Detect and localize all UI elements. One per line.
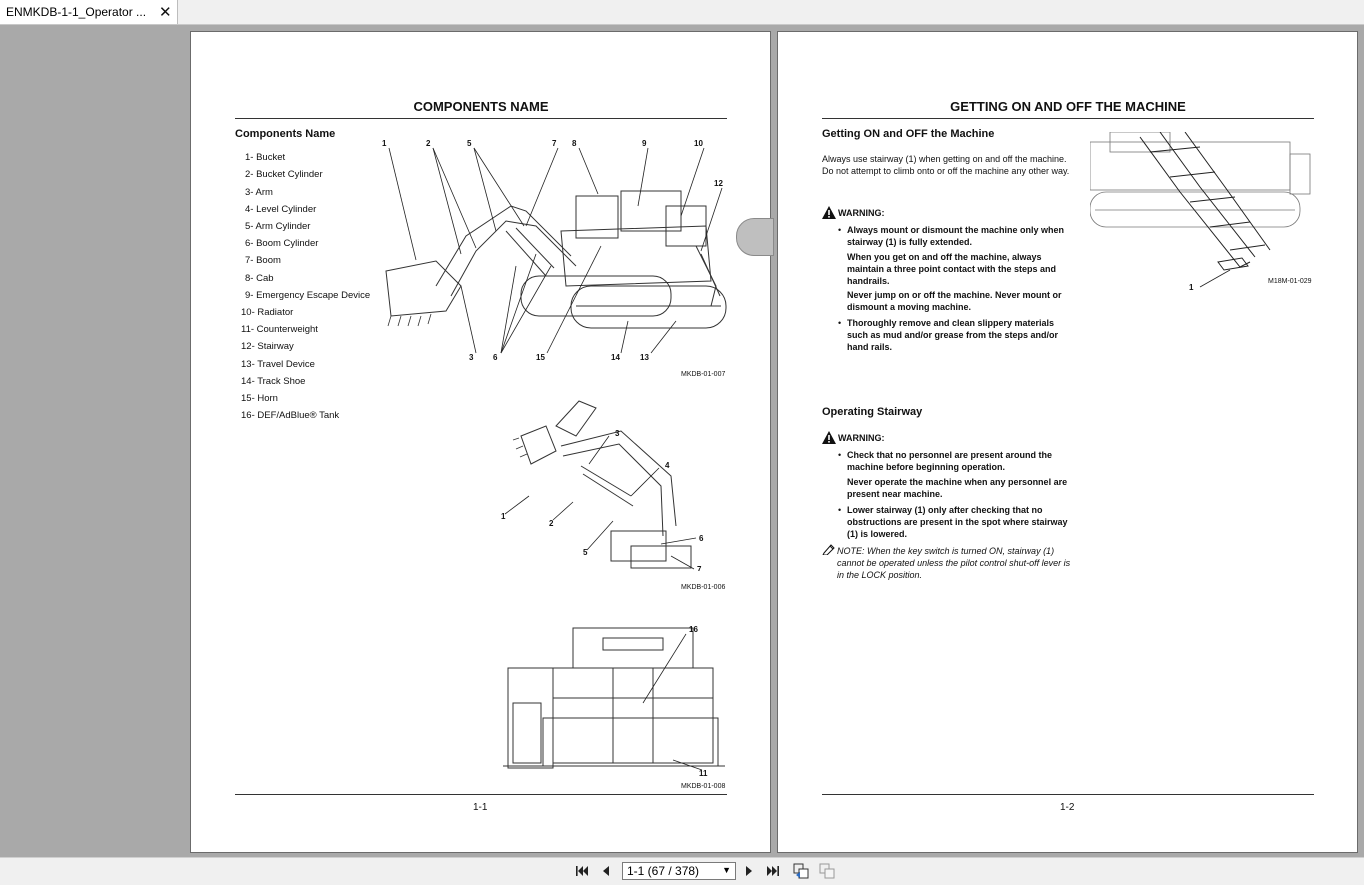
callout-label: 6 <box>699 534 704 543</box>
footer-rule <box>235 794 727 795</box>
figure-id: MKDB-01-006 <box>681 584 726 591</box>
list-item: 13- Travel Device <box>241 359 315 370</box>
list-item: 12- Stairway <box>241 341 294 352</box>
callout-label: 15 <box>536 353 545 362</box>
document-tab-title: ENMKDB-1-1_Operator ... <box>6 5 147 19</box>
callout-label: 6 <box>493 353 498 362</box>
navigation-toolbar: 1-1 (67 / 378) ▼ <box>0 857 1364 885</box>
warning-label: WARNING: <box>838 433 885 443</box>
figure-id: MKDB-01-008 <box>681 783 726 790</box>
list-item: 16- DEF/AdBlue® Tank <box>241 410 340 421</box>
list-item: 15- Horn <box>241 393 278 404</box>
bullet-icon: • <box>838 225 842 235</box>
callout-label: 1 <box>1189 283 1194 292</box>
list-item: 14- Track Shoe <box>241 376 306 387</box>
figure-id: M18M-01-029 <box>1268 278 1312 285</box>
callout-label: 13 <box>640 353 649 362</box>
list-item: 6- Boom Cylinder <box>245 238 319 249</box>
footer-rule <box>822 794 1314 795</box>
document-tab[interactable]: ENMKDB-1-1_Operator ... ✕ <box>0 0 178 24</box>
list-item: 4- Level Cylinder <box>245 204 317 215</box>
section-heading: Operating Stairway <box>822 406 923 418</box>
page-selector-value: 1-1 (67 / 378) <box>627 864 700 878</box>
rear-view-figure: 16 11 <box>503 625 725 776</box>
intro-text: Always use stairway (1) when getting on … <box>822 154 1070 176</box>
close-icon[interactable]: ✕ <box>159 3 172 21</box>
list-item: 7- Boom <box>245 255 281 266</box>
front-attachment-figure: 3 4 1 2 5 6 7 <box>501 400 704 571</box>
callout-label: 2 <box>549 519 554 528</box>
first-page-icon[interactable] <box>574 863 590 879</box>
callout-label: 10 <box>694 139 703 148</box>
warning-item: Never jump on or off the machine. Never … <box>847 290 1062 312</box>
section-heading: Getting ON and OFF the Machine <box>822 128 995 140</box>
warning-item: Thoroughly remove and clean slippery mat… <box>847 318 1059 352</box>
list-item: 11- Counterweight <box>241 324 318 335</box>
list-item: 10- Radiator <box>241 307 294 318</box>
page-number: 1-1 <box>473 802 488 813</box>
warning-item: Always mount or dismount the machine onl… <box>847 225 1065 247</box>
callout-label: 3 <box>469 353 474 362</box>
page-title: COMPONENTS NAME <box>413 99 549 114</box>
callout-label: 3 <box>615 429 620 438</box>
warning-item: Lower stairway (1) only after checking t… <box>847 505 1068 539</box>
list-item: 1- Bucket <box>245 152 286 163</box>
chevron-down-icon: ▼ <box>722 865 731 875</box>
page-title: GETTING ON AND OFF THE MACHINE <box>950 99 1186 114</box>
left-page: COMPONENTS NAME Components Name 1- Bucke… <box>190 31 771 853</box>
previous-page-icon[interactable] <box>598 863 614 879</box>
warning-icon <box>822 431 836 444</box>
callout-label: 5 <box>467 139 472 148</box>
right-page: GETTING ON AND OFF THE MACHINE Getting O… <box>777 31 1358 853</box>
history-back-icon[interactable] <box>793 863 809 879</box>
page-number: 1-2 <box>1060 802 1075 813</box>
bullet-icon: • <box>838 505 842 515</box>
tab-bar: ENMKDB-1-1_Operator ... ✕ <box>0 0 1364 25</box>
history-forward-icon[interactable] <box>819 863 835 879</box>
note-text: NOTE: When the key switch is turned ON, … <box>837 546 1071 580</box>
warning-label: WARNING: <box>838 208 885 218</box>
section-heading: Components Name <box>235 128 336 140</box>
list-item: 5- Arm Cylinder <box>245 221 311 232</box>
warning-item: When you get on and off the machine, alw… <box>847 252 1057 286</box>
warning-item: Check that no personnel are present arou… <box>847 450 1053 472</box>
title-rule <box>822 118 1314 119</box>
callout-label: 2 <box>426 139 431 148</box>
list-item: 8- Cab <box>245 273 274 284</box>
callout-label: 7 <box>697 565 702 571</box>
next-page-icon[interactable] <box>741 863 757 879</box>
figure-id: MKDB-01-007 <box>681 371 726 378</box>
callout-label: 8 <box>572 139 577 148</box>
callout-label: 1 <box>382 139 387 148</box>
bullet-icon: • <box>838 450 842 460</box>
list-item: 2- Bucket Cylinder <box>245 169 323 180</box>
page-selector[interactable]: 1-1 (67 / 378) ▼ <box>622 862 736 880</box>
callout-label: 14 <box>611 353 620 362</box>
callout-label: 7 <box>552 139 557 148</box>
list-item: 9- Emergency Escape Device <box>245 290 371 301</box>
page-turn-handle[interactable] <box>736 218 774 256</box>
callout-label: 4 <box>665 461 670 470</box>
excavator-overview-figure: 1 2 5 7 8 9 10 12 3 6 15 14 13 <box>382 139 727 362</box>
bullet-icon: • <box>838 318 842 328</box>
title-rule <box>235 118 727 119</box>
callout-label: 11 <box>699 769 708 776</box>
warning-item: Never operate the machine when any perso… <box>847 477 1068 499</box>
callout-label: 9 <box>642 139 647 148</box>
callout-label: 12 <box>714 179 723 188</box>
warning-icon <box>822 206 836 219</box>
callout-label: 16 <box>689 625 698 634</box>
last-page-icon[interactable] <box>765 863 781 879</box>
callout-label: 1 <box>501 512 506 521</box>
callout-label: 5 <box>583 548 588 557</box>
note-pencil-icon <box>822 544 835 555</box>
stairway-figure: 1 <box>1090 132 1311 292</box>
list-item: 3- Arm <box>245 187 273 198</box>
